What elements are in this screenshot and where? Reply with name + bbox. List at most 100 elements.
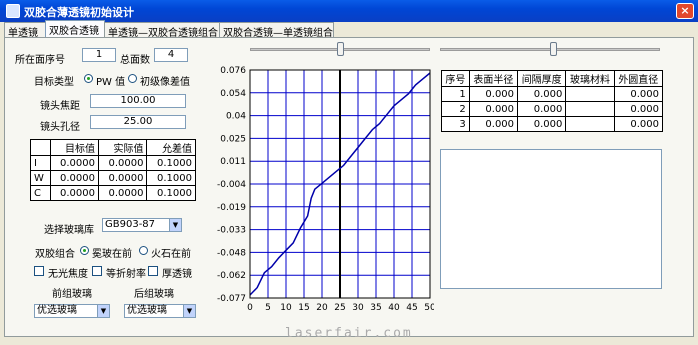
table-cell[interactable]: 0.000 bbox=[517, 116, 567, 132]
thick-lens-checkbox[interactable] bbox=[148, 266, 158, 276]
x-tick-label: 15 bbox=[298, 303, 309, 313]
y-tick-label: 0.011 bbox=[220, 157, 246, 167]
tab-single-doublet-combo[interactable]: 单透镜—双胶合透镜组合 bbox=[104, 22, 220, 39]
back-glass-value: 优选玻璃 bbox=[127, 305, 167, 316]
table-cell[interactable]: 0.000 bbox=[613, 101, 664, 117]
target-table-header: 目标值 实际值 允差值 bbox=[30, 139, 196, 156]
table-cell[interactable] bbox=[565, 116, 615, 132]
x-tick-label: 0 bbox=[247, 303, 253, 313]
target-col-actual: 实际值 bbox=[97, 139, 148, 156]
table-cell[interactable] bbox=[565, 86, 615, 102]
focal-label: 镜头焦距 bbox=[40, 101, 80, 112]
table-cell[interactable] bbox=[565, 101, 615, 117]
aberration-chart: 0 5 10 15 20 25 30 35 40 45 50 0.076 0.054 0.04 0.025 0… bbox=[217, 66, 434, 313]
back-glass-label: 后组玻璃 bbox=[134, 289, 174, 300]
thick-lens-label: 厚透镜 bbox=[162, 269, 192, 280]
lens-col-radius: 表面半径 bbox=[468, 70, 519, 87]
x-tick-label: 20 bbox=[316, 303, 328, 313]
table-cell[interactable]: 0.0000 bbox=[49, 185, 99, 201]
table-cell[interactable]: 0.1000 bbox=[146, 185, 196, 201]
aperture-label: 镜头孔径 bbox=[40, 122, 80, 133]
y-tick-label: -0.004 bbox=[217, 180, 246, 190]
glass-lib-select[interactable]: GB903-87 ▼ bbox=[102, 218, 182, 232]
app-icon bbox=[6, 4, 20, 18]
back-glass-select[interactable]: 优选玻璃 ▼ bbox=[124, 304, 196, 318]
x-tick-label: 5 bbox=[265, 303, 271, 313]
table-cell[interactable]: 0.0000 bbox=[97, 155, 148, 171]
lens-col-material: 玻璃材料 bbox=[565, 70, 615, 87]
row-label: I bbox=[30, 155, 51, 171]
y-tick-label: -0.062 bbox=[217, 271, 246, 281]
table-row: 2 0.000 0.000 0.000 bbox=[441, 101, 664, 117]
target-col-tolerance: 允差值 bbox=[146, 139, 196, 156]
table-row: 3 0.000 0.000 0.000 bbox=[441, 116, 664, 132]
table-cell[interactable]: 0.000 bbox=[517, 86, 567, 102]
combo-flint-first-label: 火石在前 bbox=[151, 249, 191, 260]
combo-label: 双胶组合 bbox=[35, 249, 75, 260]
x-tick-label: 40 bbox=[388, 303, 400, 313]
table-cell[interactable]: 0.0000 bbox=[49, 155, 99, 171]
title-bar: 双胶合薄透镜初始设计 × bbox=[0, 0, 698, 22]
target-table: 目标值 实际值 允差值 I 0.0000 0.0000 0.1000 W 0.0… bbox=[30, 139, 196, 201]
total-label: 总面数 bbox=[120, 55, 150, 66]
table-cell[interactable]: 0.000 bbox=[468, 116, 519, 132]
lens-data-table: 序号 表面半径 间隔厚度 玻璃材料 外圆直径 1 0.000 0.000 0.0… bbox=[441, 70, 664, 132]
table-row: I 0.0000 0.0000 0.1000 bbox=[30, 155, 196, 171]
lens-col-index: 序号 bbox=[441, 70, 470, 87]
table-cell[interactable]: 0.000 bbox=[613, 116, 664, 132]
table-cell[interactable]: 0.000 bbox=[468, 86, 519, 102]
front-glass-label: 前组玻璃 bbox=[52, 289, 92, 300]
lens-col-thickness: 间隔厚度 bbox=[517, 70, 567, 87]
table-cell: 1 bbox=[441, 86, 470, 102]
equal-index-label: 等折射率 bbox=[106, 269, 146, 280]
x-tick-label: 30 bbox=[352, 303, 364, 313]
table-row: 1 0.000 0.000 0.000 bbox=[441, 86, 664, 102]
table-cell[interactable]: 0.1000 bbox=[146, 170, 196, 186]
output-textarea[interactable] bbox=[440, 149, 662, 289]
table-cell[interactable]: 0.000 bbox=[613, 86, 664, 102]
lens-col-diameter: 外圆直径 bbox=[613, 70, 664, 87]
window-title: 双胶合薄透镜初始设计 bbox=[24, 6, 134, 19]
table-cell[interactable]: 0.0000 bbox=[97, 170, 148, 186]
tab-single-lens[interactable]: 单透镜 bbox=[4, 22, 46, 39]
table-cell[interactable]: 0.000 bbox=[517, 101, 567, 117]
target-pw-label: PW 值 bbox=[96, 77, 126, 88]
front-glass-select[interactable]: 优选玻璃 ▼ bbox=[34, 304, 110, 318]
no-power-checkbox[interactable] bbox=[34, 266, 44, 276]
x-tick-label: 35 bbox=[370, 303, 381, 313]
combo-crown-first-label: 冕玻在前 bbox=[92, 249, 132, 260]
table-cell[interactable]: 0.0000 bbox=[97, 185, 148, 201]
aperture-input[interactable]: 25.00 bbox=[90, 115, 186, 129]
table-cell[interactable]: 0.0000 bbox=[49, 170, 99, 186]
y-tick-label: -0.048 bbox=[217, 248, 246, 258]
slider-left-thumb[interactable] bbox=[337, 42, 344, 56]
target-type-label: 目标类型 bbox=[34, 77, 74, 88]
slider-right-thumb[interactable] bbox=[550, 42, 557, 56]
focal-input[interactable]: 100.00 bbox=[90, 94, 186, 108]
y-tick-label: -0.019 bbox=[217, 203, 246, 213]
glass-lib-value: GB903-87 bbox=[105, 219, 156, 230]
table-cell[interactable]: 0.000 bbox=[468, 101, 519, 117]
front-glass-value: 优选玻璃 bbox=[37, 305, 77, 316]
y-tick-label: 0.076 bbox=[220, 66, 246, 76]
target-pw-radio[interactable] bbox=[84, 74, 93, 83]
combo-crown-first-radio[interactable] bbox=[80, 246, 89, 255]
y-tick-label: -0.033 bbox=[217, 226, 246, 236]
x-tick-label: 25 bbox=[334, 303, 345, 313]
total-input[interactable]: 4 bbox=[154, 48, 188, 62]
equal-index-checkbox[interactable] bbox=[92, 266, 102, 276]
x-tick-label: 45 bbox=[406, 303, 417, 313]
close-button[interactable]: × bbox=[676, 3, 694, 19]
row-label: C bbox=[30, 185, 51, 201]
table-cell: 3 bbox=[441, 116, 470, 132]
tab-doublet-single-combo[interactable]: 双胶合透镜—单透镜组合 bbox=[219, 22, 334, 39]
table-cell: 2 bbox=[441, 101, 470, 117]
y-tick-label: 0.025 bbox=[220, 134, 246, 144]
y-tick-label: 0.054 bbox=[220, 89, 246, 99]
target-aberration-label: 初级像差值 bbox=[140, 77, 190, 88]
target-col-blank bbox=[30, 139, 51, 156]
table-cell[interactable]: 0.1000 bbox=[146, 155, 196, 171]
target-aberration-radio[interactable] bbox=[128, 74, 137, 83]
seq-input[interactable]: 1 bbox=[82, 48, 116, 62]
combo-flint-first-radio[interactable] bbox=[139, 246, 148, 255]
